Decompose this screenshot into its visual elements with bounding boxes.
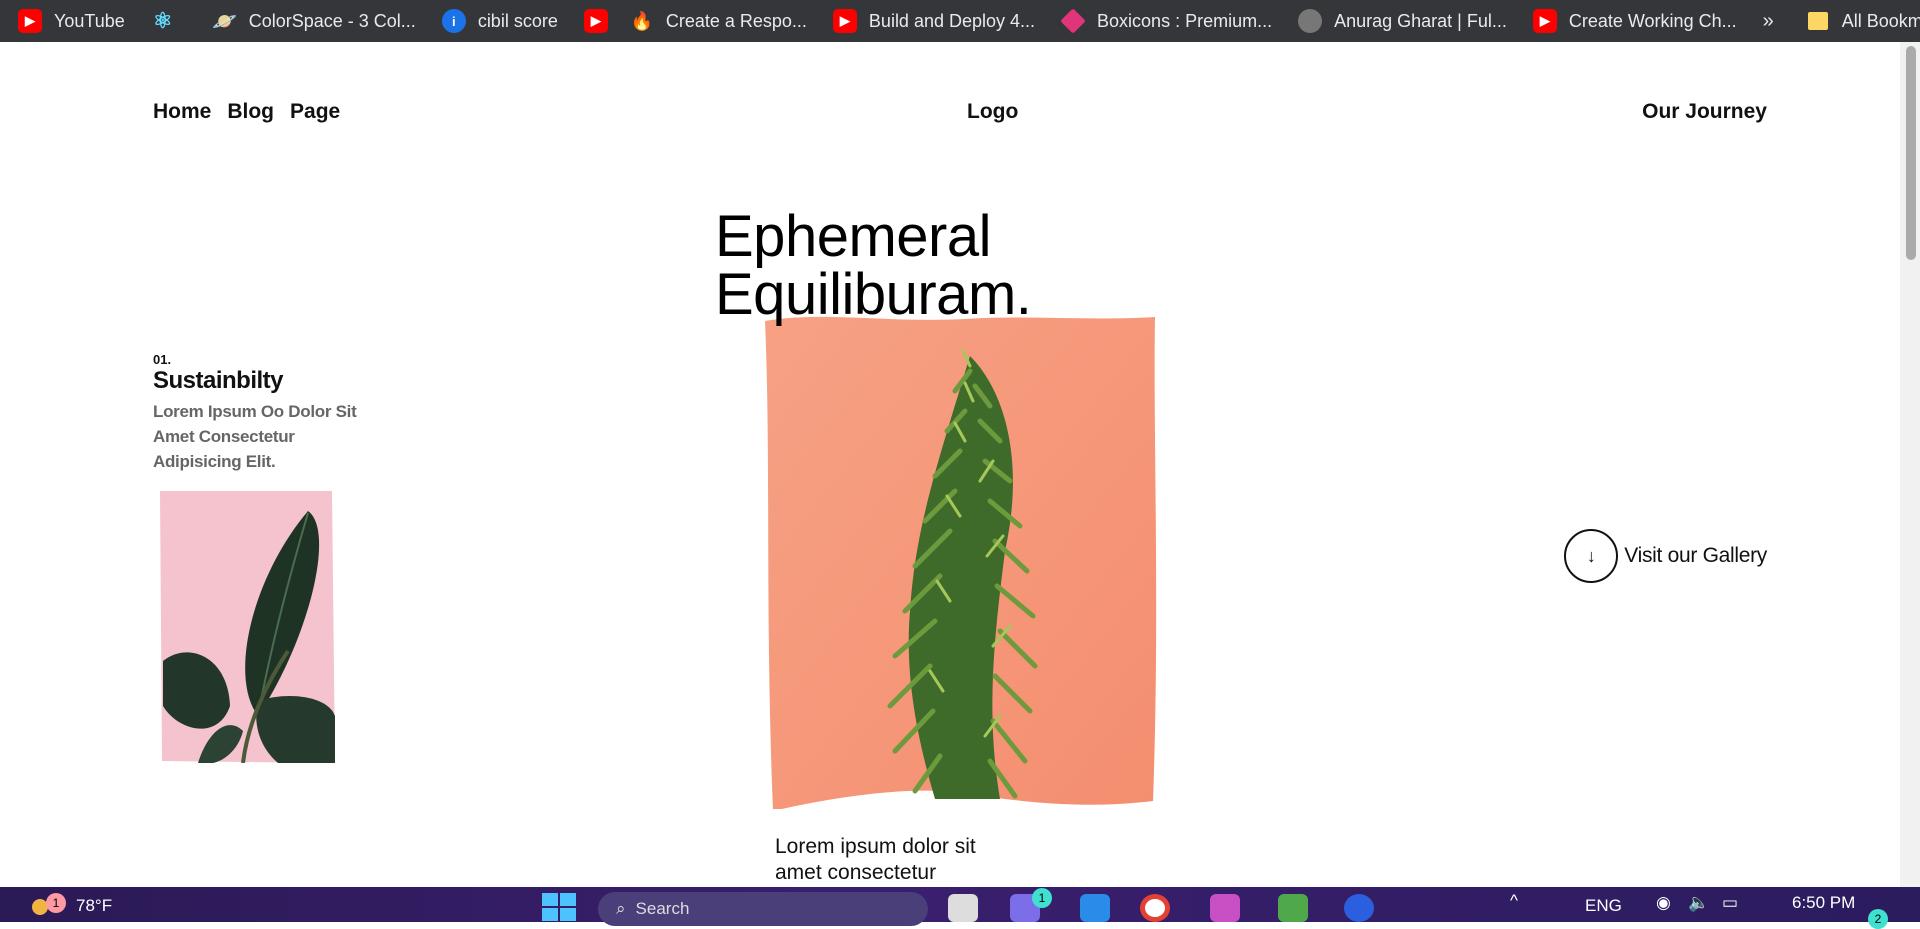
clock-time[interactable]: 6:50 PM [1792, 893, 1855, 913]
search-placeholder: Search [635, 899, 690, 918]
visit-gallery-link[interactable]: ↓ Visit our Gallery [1564, 529, 1767, 583]
bookmark-anurag[interactable]: Anurag Gharat | Ful... [1298, 9, 1507, 33]
bookmark-boxicons[interactable]: Boxicons : Premium... [1060, 8, 1272, 34]
fire-icon: 🔥 [630, 10, 654, 31]
bookmark-colorspace[interactable]: 🪐 ColorSpace - 3 Col... [212, 9, 416, 33]
youtube-icon: ▶ [583, 9, 608, 33]
volume-icon[interactable]: 🔈 [1688, 893, 1709, 913]
bookmark-youtube[interactable]: ▶ YouTube [18, 9, 125, 33]
scrollbar-thumb[interactable] [1906, 46, 1916, 260]
language-indicator[interactable]: ENG [1585, 896, 1622, 916]
react-icon: ⚛ [152, 8, 173, 33]
notification-badge[interactable]: 2 [1868, 909, 1888, 929]
bookmark-create-working[interactable]: ▶ Create Working Ch... [1532, 9, 1737, 33]
scrollbar[interactable] [1900, 42, 1920, 887]
weather-widget[interactable]: 1 [30, 891, 66, 919]
youtube-icon: ▶ [1532, 9, 1557, 33]
rubber-plant-image [160, 491, 335, 763]
planet-icon: 🪐 [212, 10, 238, 33]
teams-badge: 1 [1032, 888, 1052, 908]
nav-page-link[interactable]: Page [290, 100, 340, 124]
hero-title-line2: Equiliburam. [715, 262, 1032, 327]
bookmark-create-responsive[interactable]: 🔥 Create a Respo... [630, 9, 807, 33]
taskbar-search[interactable]: ⌕ Search [598, 892, 928, 926]
cibil-icon: i [441, 9, 466, 33]
bookmarks-overflow-button[interactable]: » [1763, 10, 1774, 33]
youtube-icon: ▶ [18, 9, 42, 33]
weather-temp: 78°F [76, 896, 113, 915]
vscode-icon[interactable] [1080, 894, 1110, 922]
youtube-icon: ▶ [832, 9, 857, 33]
bookmark-youtube-2[interactable]: ▶ [583, 9, 620, 33]
chrome-icon[interactable] [1140, 894, 1170, 922]
pine-plant-image [765, 316, 1157, 809]
feature-number: 01. [153, 352, 172, 367]
bookmark-build-deploy[interactable]: ▶ Build and Deploy 4... [832, 9, 1035, 33]
bookmarks-bar: ▶ YouTube ⚛ 🪐 ColorSpace - 3 Col... i cibil… [0, 0, 1920, 42]
nodejs-icon[interactable] [1278, 894, 1308, 922]
page-content: Home Blog Page Logo Our Journey Ephemera… [0, 42, 1900, 887]
visit-gallery-label: Visit our Gallery [1624, 544, 1767, 567]
globe-icon [1298, 9, 1323, 33]
logo[interactable]: Logo [967, 100, 1018, 124]
main-nav: Home Blog Page [153, 100, 340, 124]
boxicons-icon [1060, 8, 1086, 34]
nav-blog-link[interactable]: Blog [227, 100, 274, 124]
bookmark-cibil[interactable]: i cibil score [441, 9, 558, 33]
arrow-down-icon[interactable]: ↓ [1564, 529, 1619, 583]
nav-home-link[interactable]: Home [153, 100, 211, 124]
app-icon-2[interactable] [1344, 894, 1374, 922]
taskbar: 1 78°F ⌕ Search 1 ^ ENG ◉ 🔈 ▭ 6:50 PM 2 [0, 887, 1920, 929]
file-explorer-icon[interactable] [948, 894, 978, 922]
app-icon[interactable] [1210, 894, 1240, 922]
chevron-up-icon[interactable]: ^ [1510, 891, 1518, 911]
bookmark-react[interactable]: ⚛ [151, 8, 187, 33]
all-bookmarks-button[interactable]: All Bookmarks [1807, 11, 1920, 32]
hero-title: Ephemeral Equiliburam. [715, 208, 1032, 327]
windows-start-icon[interactable] [542, 893, 576, 921]
bottom-description: Lorem ipsum dolor sit amet consectetur [775, 835, 976, 884]
folder-icon [1807, 12, 1828, 30]
feature-description: Lorem Ipsum Oo Dolor Sit Amet Consectetu… [153, 402, 357, 471]
teams-icon[interactable]: 1 [1010, 888, 1052, 922]
our-journey-link[interactable]: Our Journey [1642, 100, 1767, 124]
weather-badge: 1 [46, 893, 66, 913]
feature-title: Sustainbilty [153, 367, 284, 394]
wifi-icon[interactable]: ◉ [1656, 893, 1671, 913]
battery-icon[interactable]: ▭ [1722, 893, 1738, 913]
search-icon: ⌕ [616, 899, 626, 918]
hero-title-line1: Ephemeral [715, 204, 991, 269]
